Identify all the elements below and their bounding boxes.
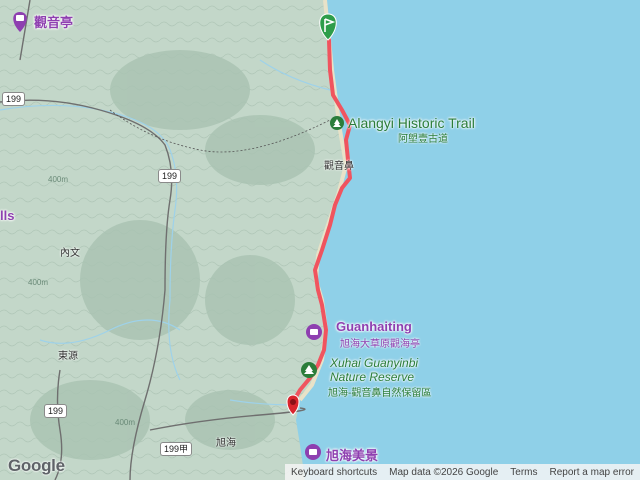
poi-guanhaiting-label[interactable]: Guanhaiting (336, 319, 412, 334)
road-shield-199a: 199甲 (160, 442, 193, 456)
poi-alangyi-label[interactable]: Alangyi Historic Trail (348, 115, 475, 131)
map-canvas[interactable] (0, 0, 640, 480)
camera-icon (305, 444, 321, 460)
poi-guanyinting-label[interactable]: 觀音亭 (34, 12, 73, 31)
nature-tree-icon (301, 362, 317, 378)
poi-alangyi-zh-label: 阿塱壹古道 (398, 134, 448, 145)
road-shield-199: 199 (158, 169, 182, 183)
place-neiwen-label: 內文 (60, 248, 80, 259)
map-data-text: Map data ©2026 Google (389, 466, 499, 478)
trail-tree-icon (330, 116, 344, 130)
report-error-link[interactable]: Report a map error (544, 467, 640, 478)
place-dongyuan-label: 東源 (58, 351, 78, 362)
keyboard-shortcuts-link[interactable]: Keyboard shortcuts (285, 467, 383, 478)
poi-xuhai-view-label[interactable]: 旭海美景 (326, 445, 378, 464)
google-logo: Google (8, 456, 65, 476)
contour-label: 400m (115, 418, 136, 427)
attribution-bar: Keyboard shortcuts Map data ©2026 Google… (284, 464, 640, 480)
place-xuhai-label: 旭海 (216, 438, 236, 449)
poi-guanhaiting-zh-label: 旭海大草原觀海亭 (340, 339, 420, 350)
contour-label: 400m (48, 175, 69, 184)
poi-xuhai-zh-label: 旭海-觀音鼻自然保留區 (328, 388, 432, 399)
road-shield-199: 199 (2, 92, 26, 106)
google-logo-text: Google (8, 456, 65, 475)
road-shield-199: 199 (44, 404, 68, 418)
place-guanyinbi-label: 觀音鼻 (324, 161, 354, 172)
camera-icon (306, 324, 322, 340)
poi-xuhai-label[interactable]: Xuhai Guanyinbi (330, 356, 418, 370)
contour-label: 400m (28, 278, 49, 287)
place-edge-label: lls (0, 208, 15, 223)
poi-xuhai-label-2: Nature Reserve (330, 370, 415, 384)
terms-link[interactable]: Terms (504, 467, 543, 478)
